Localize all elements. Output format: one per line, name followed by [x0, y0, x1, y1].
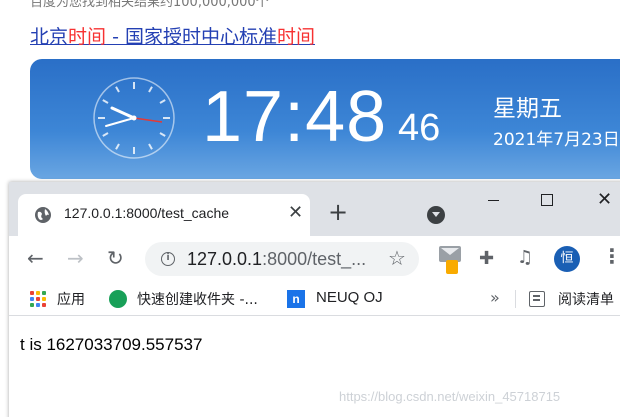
info-icon[interactable]: i	[161, 252, 175, 266]
globe-icon	[35, 207, 51, 223]
page-content: t is 1627033709.557537 https://blog.csdn…	[9, 317, 620, 417]
url-path: :8000/test_...	[262, 249, 367, 269]
tab-close-icon[interactable]: ✕	[288, 203, 303, 223]
watermark-text: https://blog.csdn.net/weixin_45718715	[339, 389, 561, 404]
media-control-icon[interactable]: ♫	[517, 247, 533, 268]
back-arrow-icon[interactable]: ←	[27, 248, 44, 268]
response-text: t is 1627033709.557537	[20, 335, 203, 354]
minimize-icon[interactable]	[488, 200, 499, 201]
bookmarks-divider	[515, 290, 516, 308]
screenshot-root: 百度为您找到相关结果约100,000,000个 北京时间 - 国家授时中心标准时…	[0, 0, 620, 417]
maximize-icon[interactable]	[541, 194, 553, 206]
chrome-window: 127.0.0.1:8000/test_cache ✕ + ✕ ← → ↻ i …	[9, 182, 620, 417]
bookmark-apps[interactable]: 应用	[57, 289, 85, 309]
neuq-favicon-icon: n	[287, 290, 305, 308]
reading-list-icon[interactable]	[529, 291, 545, 307]
browser-toolbar: ← → ↻ i 127.0.0.1:8000/test_... ☆ ✚ ♫ 恒 …	[9, 236, 620, 282]
link-highlight-1: 时间	[68, 26, 107, 48]
bookmark-star-icon[interactable]: ☆	[388, 246, 406, 270]
bookmarks-bar: 应用 快速创建收件夹 -... n NEUQ OJ » 阅读清单	[9, 282, 620, 316]
bookmark-neuq-oj[interactable]: NEUQ OJ	[316, 289, 383, 306]
link-part-3: - 国家授时中心标准	[106, 26, 277, 48]
tab-search-icon[interactable]	[427, 206, 445, 224]
clock-date: 2021年7月23日	[493, 130, 620, 150]
analog-clock-icon	[93, 77, 175, 159]
link-part-1: 北京	[30, 26, 69, 48]
hourglass-badge-icon	[446, 260, 458, 274]
clock-weekday: 星期五	[493, 96, 562, 122]
link-highlight-2: 时间	[276, 26, 315, 48]
reading-list-button[interactable]: 阅读清单	[558, 289, 614, 309]
forward-arrow-icon[interactable]: →	[67, 248, 84, 268]
url-host: 127.0.0.1	[187, 249, 263, 269]
search-result-link[interactable]: 北京时间 - 国家授时中心标准时间	[30, 22, 315, 49]
tab-title: 127.0.0.1:8000/test_cache	[64, 205, 230, 221]
extensions-puzzle-icon[interactable]: ✚	[479, 248, 494, 269]
clock-seconds: 46	[398, 107, 441, 149]
profile-avatar[interactable]: 恒	[554, 246, 580, 272]
address-bar[interactable]: i 127.0.0.1:8000/test_... ☆	[145, 242, 419, 276]
apps-grid-icon[interactable]	[30, 291, 46, 307]
bookmark-quick-create[interactable]: 快速创建收件夹 -...	[137, 289, 258, 309]
menu-kebab-icon[interactable]: ⋮	[602, 244, 620, 268]
close-icon[interactable]: ✕	[597, 189, 612, 210]
new-tab-plus-icon[interactable]: +	[328, 200, 348, 224]
search-result-count: 百度为您找到相关结果约100,000,000个	[30, 0, 269, 10]
tab-test-cache[interactable]: 127.0.0.1:8000/test_cache ✕	[18, 194, 310, 236]
reload-icon[interactable]: ↻	[107, 248, 124, 268]
bookmark-favicon-green	[109, 290, 127, 308]
address-url[interactable]: 127.0.0.1:8000/test_...	[187, 249, 366, 270]
clock-time: 17:48	[202, 77, 388, 157]
tab-strip: 127.0.0.1:8000/test_cache ✕ + ✕	[9, 182, 620, 236]
more-bookmarks-icon[interactable]: »	[490, 288, 500, 307]
beijing-time-card: 17:48 46 星期五 2021年7月23日	[30, 59, 620, 179]
